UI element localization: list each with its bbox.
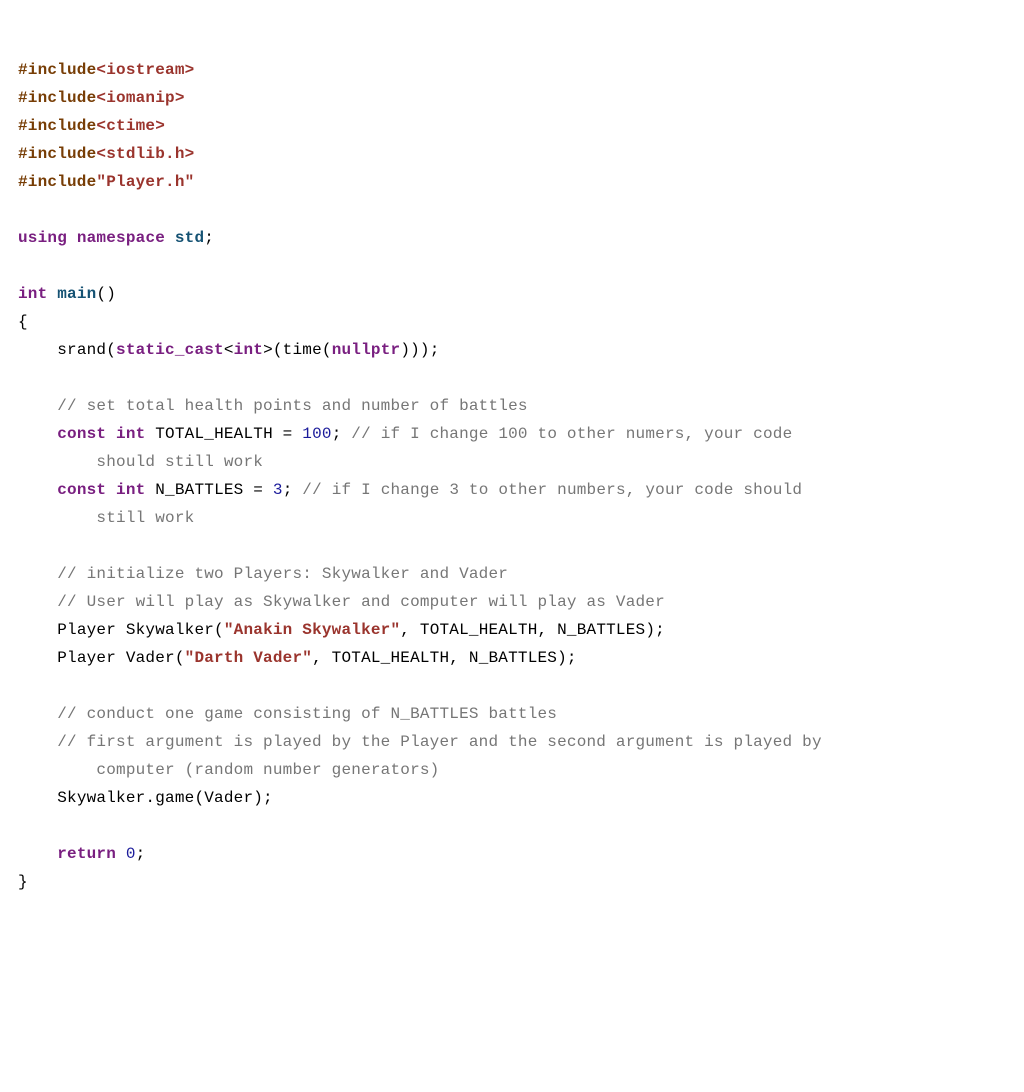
include-target: <ctime> (96, 117, 165, 135)
indent (18, 733, 57, 751)
type-int: int (234, 341, 263, 359)
punct-brace: } (18, 873, 28, 891)
comment: // conduct one game consisting of N_BATT… (57, 705, 557, 723)
comment-cont: should still work (96, 453, 263, 471)
number-0: 0 (126, 845, 136, 863)
blank-line (18, 537, 28, 555)
include-target: <stdlib.h> (96, 145, 194, 163)
space (165, 229, 175, 247)
kw-nullptr: nullptr (332, 341, 401, 359)
indent (18, 425, 57, 443)
comment: // if I change 100 to other numers, your… (351, 425, 792, 443)
blank-line (18, 817, 28, 835)
comment: // set total health points and number of… (57, 397, 527, 415)
comment-cont: computer (random number generators) (96, 761, 439, 779)
blank-line (18, 201, 28, 219)
statement: Skywalker.game(Vader); (57, 789, 273, 807)
indent-cont (18, 761, 96, 779)
indent (18, 845, 57, 863)
kw-return: return (57, 845, 116, 863)
indent (18, 705, 57, 723)
indent (18, 397, 57, 415)
punct: ; (204, 229, 214, 247)
space (47, 285, 57, 303)
kw-static-cast: static_cast (116, 341, 224, 359)
space (106, 425, 116, 443)
space (106, 481, 116, 499)
string-literal: "Darth Vader" (185, 649, 312, 667)
type-int: int (18, 285, 47, 303)
include-target: <iomanip> (96, 89, 184, 107)
preproc-include: #include (18, 145, 96, 163)
ident: srand( (57, 341, 116, 359)
ident-std: std (175, 229, 204, 247)
punct: ; (283, 481, 303, 499)
indent (18, 565, 57, 583)
comment-cont: still work (96, 509, 194, 527)
ident-main: main (57, 285, 96, 303)
indent-cont (18, 509, 96, 527)
kw-const: const (57, 481, 106, 499)
indent (18, 593, 57, 611)
punct: >(time( (263, 341, 332, 359)
punct: ))); (400, 341, 439, 359)
kw-const: const (57, 425, 106, 443)
comment: // if I change 3 to other numbers, your … (302, 481, 802, 499)
blank-line (18, 257, 28, 275)
punct: () (96, 285, 116, 303)
string-literal: "Anakin Skywalker" (224, 621, 400, 639)
code-block: #include<iostream> #include<iomanip> #in… (0, 0, 1024, 1092)
indent-cont (18, 453, 96, 471)
indent (18, 621, 57, 639)
preproc-include: #include (18, 89, 96, 107)
comment: // User will play as Skywalker and compu… (57, 593, 665, 611)
comment: // first argument is played by the Playe… (57, 733, 822, 751)
ident: N_BATTLES = (145, 481, 272, 499)
punct-and-text: , TOTAL_HEALTH, N_BATTLES); (400, 621, 665, 639)
indent (18, 481, 57, 499)
punct-brace: { (18, 313, 28, 331)
indent (18, 789, 57, 807)
indent (18, 341, 57, 359)
type-int: int (116, 425, 145, 443)
punct: ; (136, 845, 146, 863)
preproc-include: #include (18, 61, 96, 79)
ident: Player Skywalker( (57, 621, 224, 639)
ident: TOTAL_HEALTH = (145, 425, 302, 443)
blank-line (18, 677, 28, 695)
blank-line (18, 369, 28, 387)
kw-using: using (18, 229, 67, 247)
include-target: "Player.h" (96, 173, 194, 191)
space (67, 229, 77, 247)
number-100: 100 (302, 425, 331, 443)
include-target: <iostream> (96, 61, 194, 79)
ident: Player Vader( (57, 649, 184, 667)
punct: ; (332, 425, 352, 443)
punct: < (224, 341, 234, 359)
kw-namespace: namespace (77, 229, 165, 247)
space (116, 845, 126, 863)
preproc-include: #include (18, 117, 96, 135)
preproc-include: #include (18, 173, 96, 191)
type-int: int (116, 481, 145, 499)
indent (18, 649, 57, 667)
comment: // initialize two Players: Skywalker and… (57, 565, 508, 583)
punct-and-text: , TOTAL_HEALTH, N_BATTLES); (312, 649, 577, 667)
number-3: 3 (273, 481, 283, 499)
